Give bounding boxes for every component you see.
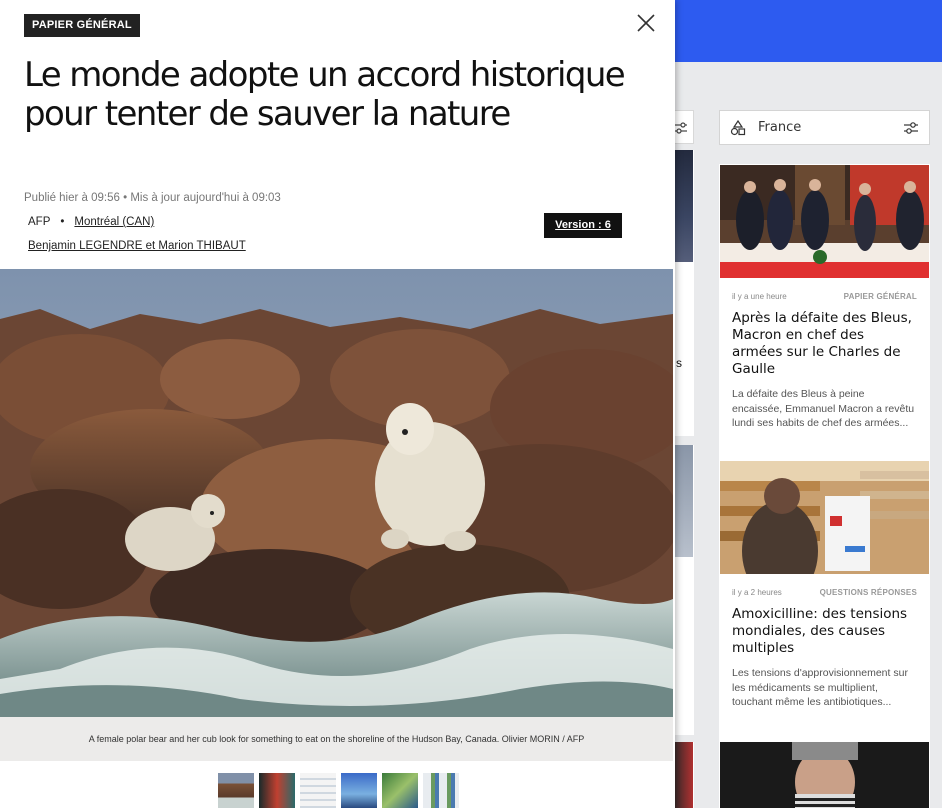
gallery-thumb[interactable] xyxy=(423,773,459,808)
left-card-1[interactable]: s xyxy=(674,150,694,436)
news-card[interactable] xyxy=(719,741,930,808)
version-button[interactable]: Version : 6 xyxy=(544,213,622,238)
france-column: France il y a une heure PAPIER GÉNÉRAL A… xyxy=(719,110,930,808)
category-badge: PAPIER GÉNÉRAL xyxy=(24,14,140,37)
left-card-2[interactable] xyxy=(674,445,694,735)
article-panel: PAPIER GÉNÉRAL Le monde adopte un accord… xyxy=(0,0,675,808)
filter-icon[interactable] xyxy=(674,121,688,135)
card-description: La défaite des Bleus à peine encaissée, … xyxy=(732,388,915,429)
gallery-thumbnails xyxy=(218,773,459,808)
authors-link[interactable]: Benjamin LEGENDRE et Marion THIBAUT xyxy=(28,240,246,252)
filter-icon[interactable] xyxy=(903,120,919,136)
article-photo[interactable] xyxy=(0,269,673,717)
separator: • xyxy=(60,216,65,228)
left-column-header xyxy=(674,110,694,144)
card-title[interactable]: Après la défaite des Bleus, Macron en ch… xyxy=(719,310,930,378)
gallery-thumb[interactable] xyxy=(341,773,377,808)
card-category: QUESTIONS RÉPONSES xyxy=(819,588,917,597)
gallery-thumb[interactable] xyxy=(300,773,336,808)
shapes-icon xyxy=(730,119,746,135)
card-time: il y a 2 heures xyxy=(732,588,782,597)
gallery-thumb[interactable] xyxy=(382,773,418,808)
photo-caption: A female polar bear and her cub look for… xyxy=(0,717,673,761)
card-description: Les tensions d'approvisionnement sur les… xyxy=(732,667,908,708)
column-title: France xyxy=(758,120,802,135)
left-card-3[interactable] xyxy=(674,742,694,808)
card-title[interactable]: Amoxicilline: des tensions mondiales, de… xyxy=(719,606,930,657)
left-column-partial: s xyxy=(674,110,694,808)
column-header: France xyxy=(719,110,930,145)
source-agency: AFP xyxy=(28,216,51,228)
close-icon[interactable] xyxy=(634,11,658,35)
publication-date: Publié hier à 09:56 • Mis à jour aujourd… xyxy=(24,192,281,204)
source-row: AFP • Montréal (CAN) xyxy=(28,216,154,228)
card-time: il y a une heure xyxy=(732,292,787,301)
article-title: Le monde adopte un accord historique pou… xyxy=(24,55,626,134)
card-image xyxy=(720,165,929,278)
gallery-thumb[interactable] xyxy=(218,773,254,808)
app-top-bar xyxy=(674,0,942,62)
gallery-thumb[interactable] xyxy=(259,773,295,808)
location-link[interactable]: Montréal (CAN) xyxy=(74,216,154,228)
card-image xyxy=(720,461,929,574)
card-category: PAPIER GÉNÉRAL xyxy=(843,292,917,301)
card-image xyxy=(720,742,929,808)
